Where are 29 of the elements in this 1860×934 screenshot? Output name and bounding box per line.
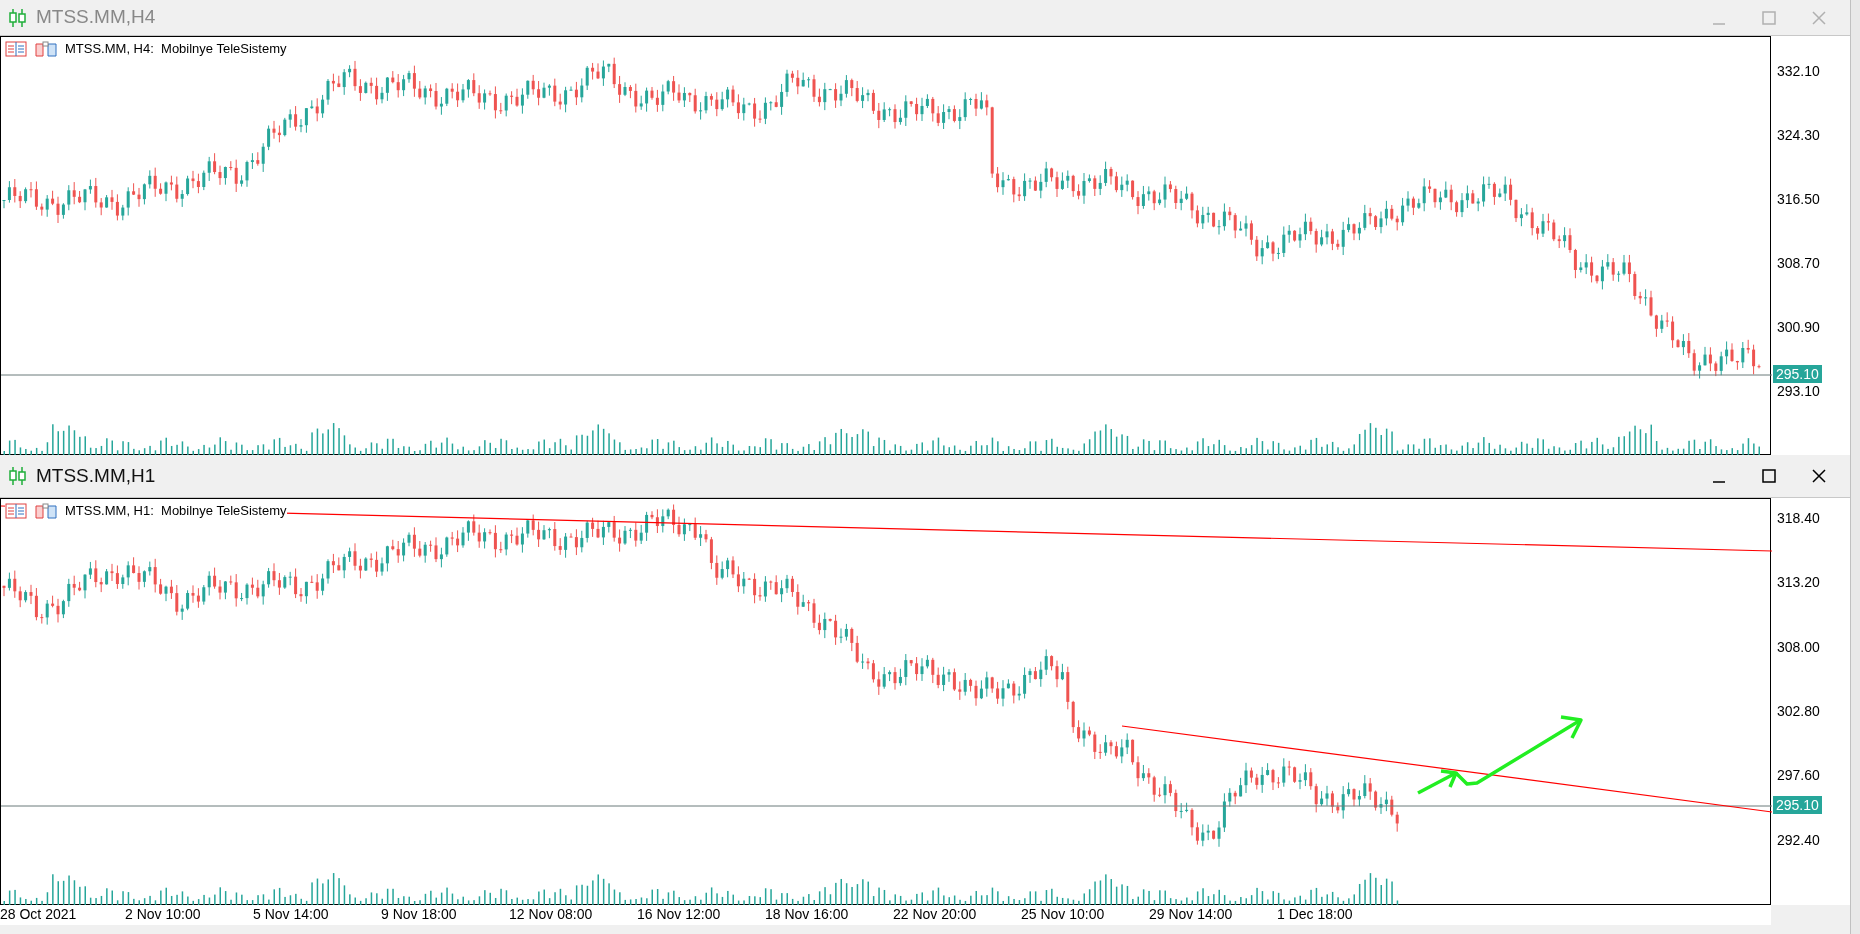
window-title: MTSS.MM,H4 bbox=[36, 5, 156, 30]
time-label: 29 Nov 14:00 bbox=[1149, 907, 1233, 921]
window-title: MTSS.MM,H1 bbox=[36, 463, 156, 488]
price-label: 324.30 bbox=[1777, 128, 1820, 142]
time-label: 18 Nov 16:00 bbox=[765, 907, 849, 921]
price-label: 302.80 bbox=[1777, 703, 1820, 718]
chart-label: MTSS.MM, H4: Mobilnye TeleSistemy bbox=[65, 40, 287, 58]
price-label: 300.90 bbox=[1777, 320, 1820, 334]
price-label: 313.20 bbox=[1777, 575, 1820, 590]
price-label: 318.40 bbox=[1777, 511, 1820, 525]
time-label: 28 Oct 2021 bbox=[0, 907, 77, 921]
time-label: 2 Nov 10:00 bbox=[125, 907, 201, 921]
price-label: 308.70 bbox=[1777, 256, 1820, 270]
time-label: 16 Nov 12:00 bbox=[637, 907, 721, 921]
price-label: 332.10 bbox=[1777, 64, 1820, 78]
price-label: 316.50 bbox=[1777, 192, 1820, 206]
price-label: 293.10 bbox=[1777, 384, 1820, 398]
price-label: 308.00 bbox=[1777, 639, 1820, 654]
time-label: 12 Nov 08:00 bbox=[509, 907, 593, 921]
chart-label: MTSS.MM, H1: Mobilnye TeleSistemy bbox=[65, 502, 287, 520]
time-label: 5 Nov 14:00 bbox=[253, 907, 329, 921]
price-label: 292.40 bbox=[1777, 832, 1820, 847]
time-label: 9 Nov 18:00 bbox=[381, 907, 457, 921]
time-label: 1 Dec 18:00 bbox=[1277, 907, 1353, 921]
price-label: 297.60 bbox=[1777, 768, 1820, 783]
time-label: 25 Nov 10:00 bbox=[1021, 907, 1105, 921]
current-price-badge: 295.10 bbox=[1773, 796, 1822, 814]
current-price-badge: 295.10 bbox=[1773, 365, 1822, 383]
time-label: 22 Nov 20:00 bbox=[893, 907, 977, 921]
